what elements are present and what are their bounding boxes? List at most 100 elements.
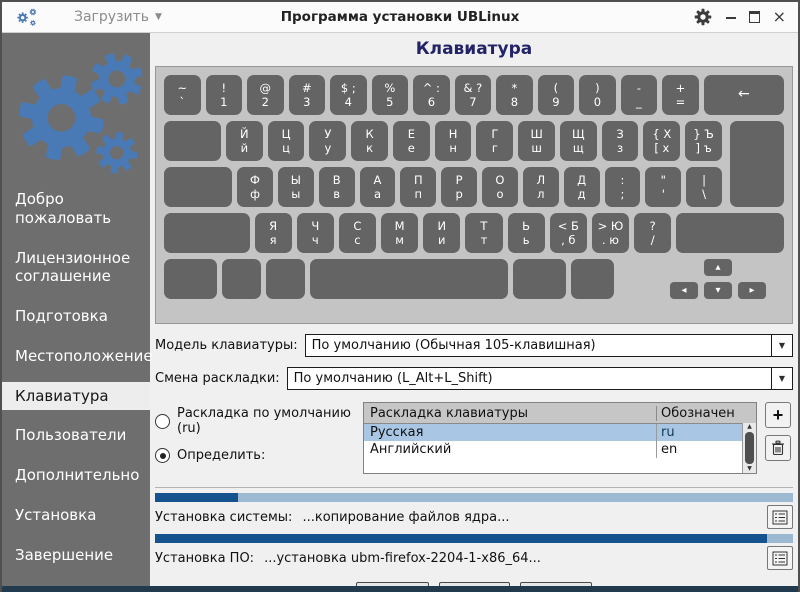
layout-switch-select[interactable]: По умолчанию (L_Alt+L_Shift) ▼ xyxy=(286,367,793,390)
key[interactable]: > Ю. ю xyxy=(591,213,630,253)
shift-right-key[interactable] xyxy=(676,213,785,253)
sidebar-item[interactable]: Клавиатура xyxy=(2,381,150,411)
key[interactable]: Ее xyxy=(392,121,430,161)
software-progress-label: Установка ПО: xyxy=(155,550,255,566)
maximize-button[interactable] xyxy=(748,11,760,23)
scroll-down-icon[interactable]: ▼ xyxy=(747,466,752,472)
sidebar-item[interactable]: Установка xyxy=(2,501,150,530)
scrollbar-thumb[interactable] xyxy=(745,432,754,464)
menu-key[interactable] xyxy=(571,259,614,299)
close-button[interactable]: × xyxy=(773,9,786,25)
key[interactable]: Шш xyxy=(518,121,555,161)
key[interactable]: Ии xyxy=(423,213,461,253)
table-row[interactable]: Английский en xyxy=(364,441,756,458)
table-row[interactable]: Русская ru xyxy=(364,424,756,441)
layout-switch-dropdown-button[interactable]: ▼ xyxy=(771,368,792,389)
sidebar-item[interactable]: Завершение xyxy=(2,541,150,570)
default-layout-radio[interactable]: Раскладка по умолчанию (ru) xyxy=(155,406,355,436)
key-arrow-up[interactable]: ▲ xyxy=(704,259,732,276)
keyboard-model-dropdown-button[interactable]: ▼ xyxy=(771,335,792,356)
key[interactable]: Уу xyxy=(309,121,347,161)
alt-key[interactable] xyxy=(266,259,306,299)
key[interactable]: $ ; 4 xyxy=(330,75,367,115)
key[interactable]: & ? 7 xyxy=(454,75,492,115)
key[interactable]: - _ xyxy=(620,75,658,115)
key[interactable]: Вв xyxy=(318,167,355,207)
key[interactable]: ^ :6 xyxy=(413,75,450,115)
software-log-button[interactable] xyxy=(767,546,793,570)
key[interactable]: Нн xyxy=(434,121,472,161)
key[interactable]: Аа xyxy=(359,167,396,207)
key[interactable]: ! 1 xyxy=(205,75,243,115)
key[interactable]: @2 xyxy=(247,75,284,115)
layout-section: Раскладка по умолчанию (ru) Определить: … xyxy=(155,402,793,475)
key[interactable]: % 5 xyxy=(371,75,409,115)
key[interactable]: Цц xyxy=(267,121,305,161)
key[interactable]: Кк xyxy=(351,121,388,161)
key[interactable]: ) 0 xyxy=(579,75,616,115)
sidebar-item[interactable]: Лицензионное соглашение xyxy=(2,244,150,292)
system-progress-row: Установка системы: ...копирование файлов… xyxy=(155,505,793,529)
key[interactable]: + = xyxy=(662,75,699,115)
keyboard-model-select[interactable]: По умолчанию (Обычная 105-клавишная) ▼ xyxy=(304,334,793,357)
sidebar-item[interactable]: Добро пожаловать xyxy=(2,185,150,233)
super-key[interactable] xyxy=(222,259,262,299)
delete-layout-button[interactable] xyxy=(765,435,791,461)
load-button[interactable]: Загрузить ▼ xyxy=(74,9,162,25)
key[interactable]: } Ъ] ъ xyxy=(685,121,722,161)
key[interactable]: < Б, б xyxy=(549,213,587,253)
key[interactable]: Чч xyxy=(296,213,334,253)
table-scrollbar[interactable]: ▲ ▼ xyxy=(742,423,756,473)
key-arrow-down[interactable]: ▼ xyxy=(704,282,732,299)
key[interactable]: { Х[ х xyxy=(643,121,681,161)
sidebar-item[interactable]: Пользователи xyxy=(2,421,150,450)
custom-layout-radio[interactable]: Определить: xyxy=(155,448,355,463)
key-arrow-left[interactable]: ◀ xyxy=(670,282,698,299)
key-enter[interactable] xyxy=(730,121,784,207)
settings-gear-icon[interactable] xyxy=(694,8,712,26)
key[interactable]: (9 xyxy=(537,75,575,115)
system-progress-bar xyxy=(155,493,793,502)
key[interactable]: Гг xyxy=(476,121,514,161)
backspace-key[interactable]: ← xyxy=(703,75,785,115)
caps-lock-key[interactable] xyxy=(164,167,233,207)
key[interactable]: Щщ xyxy=(559,121,597,161)
key[interactable]: #3 xyxy=(288,75,326,115)
key[interactable]: Лл xyxy=(522,167,559,207)
sidebar-item-label: Пользователи xyxy=(15,426,127,445)
key[interactable]: Пп xyxy=(400,167,437,207)
key[interactable]: * 8 xyxy=(496,75,533,115)
key[interactable]: Зз xyxy=(601,121,639,161)
key[interactable]: ~ ` xyxy=(164,75,201,115)
sidebar-item[interactable]: Дополнительно xyxy=(2,461,150,490)
system-log-button[interactable] xyxy=(767,505,793,529)
sidebar-item-label: Добро пожаловать xyxy=(15,190,112,227)
sidebar-item[interactable]: Подготовка xyxy=(2,302,150,331)
key[interactable]: Яя xyxy=(254,213,292,253)
key[interactable]: Ьь xyxy=(507,213,545,253)
key[interactable]: Дд xyxy=(563,167,600,207)
sidebar-item[interactable]: Местоположение xyxy=(2,342,153,371)
key[interactable]: Фф xyxy=(237,167,273,207)
software-progress-fill xyxy=(155,534,768,543)
space-key[interactable] xyxy=(310,259,509,299)
shift-left-key[interactable] xyxy=(164,213,250,253)
key[interactable]: | \ xyxy=(686,167,723,207)
tab-key[interactable] xyxy=(164,121,221,161)
minimize-button[interactable] xyxy=(725,16,736,20)
key[interactable]: " ' xyxy=(645,167,682,207)
key[interactable]: Сс xyxy=(338,213,377,253)
key[interactable]: Рр xyxy=(441,167,478,207)
scroll-up-icon[interactable]: ▲ xyxy=(747,424,752,430)
key[interactable]: Йй xyxy=(225,121,263,161)
key[interactable]: Мм xyxy=(381,213,419,253)
key[interactable]: ? / xyxy=(634,213,672,253)
key[interactable]: Тт xyxy=(465,213,503,253)
key[interactable]: Оо xyxy=(482,167,518,207)
key[interactable]: Ыы xyxy=(277,167,314,207)
key-arrow-right[interactable]: ▶ xyxy=(738,282,766,299)
alt-gr-key[interactable] xyxy=(513,259,567,299)
add-layout-button[interactable]: + xyxy=(765,402,791,428)
key[interactable]: :; xyxy=(604,167,641,207)
ctrl-left-key[interactable] xyxy=(164,259,218,299)
